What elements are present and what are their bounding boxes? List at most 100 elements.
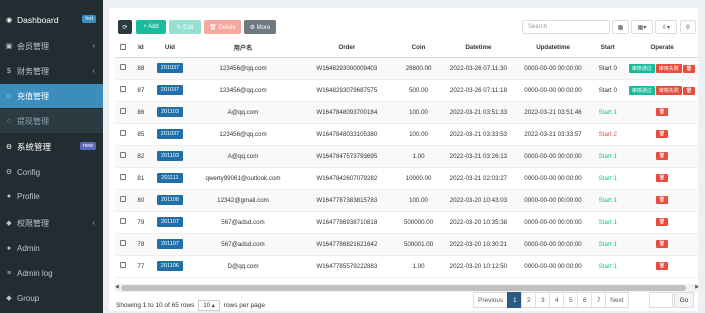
page-button[interactable]: 7 (591, 292, 607, 308)
row-checkbox-cell[interactable] (115, 233, 131, 256)
row-checkbox[interactable] (119, 240, 126, 246)
sidebar-item-withdraw-management[interactable]: ○ 提现管理 (0, 109, 103, 133)
row-checkbox[interactable] (119, 86, 126, 92)
column-header[interactable]: Coin (396, 39, 442, 58)
delete-row-button[interactable]: 🗑 (655, 218, 669, 226)
table-row[interactable]: 82 201103 A@qq.com W1647847573793695 1.00 202… (115, 145, 699, 168)
uid-badge[interactable]: 201107 (156, 239, 183, 249)
uid-badge[interactable]: 201111 (157, 173, 183, 183)
uid-badge[interactable]: 201037 (156, 63, 184, 73)
sidebar-item-member-management[interactable]: ▣ 会员管理 ‹ (0, 34, 103, 58)
row-checkbox[interactable] (119, 64, 126, 70)
page-size-select[interactable]: 10 ▴ (198, 300, 220, 311)
scrollbar-thumb[interactable] (121, 285, 686, 291)
uid-badge[interactable]: 201107 (156, 217, 183, 227)
delete-row-button[interactable]: 🗑 (655, 130, 669, 138)
delete-row-button[interactable]: 🗑 (655, 262, 669, 270)
more-button[interactable]: ⚙ More (244, 20, 276, 34)
previous-page-button[interactable]: Previous (473, 292, 509, 308)
page-button[interactable]: 5 (563, 292, 579, 308)
row-checkbox[interactable] (119, 262, 126, 268)
page-button[interactable]: 2 (521, 292, 537, 308)
table-row[interactable]: 80 201108 12342@gmail.com W1647787383815783… (115, 189, 699, 212)
sidebar-item-config[interactable]: ⚙ Config (0, 160, 103, 184)
toggle-view-button[interactable]: ▦ (612, 20, 629, 34)
scroll-right-icon[interactable]: ▶ (695, 284, 699, 290)
delete-button[interactable]: 🗑 Delete (204, 20, 241, 34)
horizontal-scrollbar[interactable]: ◀ ▶ (115, 284, 699, 292)
row-checkbox-cell[interactable] (115, 79, 131, 102)
column-header[interactable]: 用户名 (188, 39, 298, 58)
checkbox-icon[interactable] (119, 43, 126, 50)
table-row[interactable]: 78 201107 567@adsd.com W1647786821621642 500… (115, 233, 699, 256)
delete-row-button[interactable]: 🗑 (655, 174, 669, 182)
edit-button[interactable]: ✎ Edit (169, 20, 201, 34)
approve-button[interactable]: 审核通过 (628, 63, 655, 73)
uid-badge[interactable]: 201037 (156, 129, 184, 139)
row-checkbox[interactable] (119, 108, 126, 114)
add-button[interactable]: + Add (136, 20, 166, 34)
uid-badge[interactable]: 201037 (156, 85, 184, 95)
row-checkbox-cell[interactable] (115, 123, 131, 146)
table-row[interactable]: 85 201037 123456@qq.com W1647848033105380 10… (115, 123, 699, 146)
reject-button[interactable]: 审核失败 (655, 85, 682, 95)
column-header[interactable]: Start (590, 39, 626, 58)
column-header[interactable]: Uid (151, 39, 189, 58)
uid-badge[interactable]: 201103 (156, 151, 183, 161)
table-row[interactable]: 81 201111 qwerty99061@outlook.com W16478426… (115, 167, 699, 190)
row-checkbox[interactable] (119, 152, 126, 158)
column-header[interactable]: Operate (625, 39, 699, 58)
delete-row-button[interactable]: 🗑 (682, 64, 696, 73)
delete-row-button[interactable]: 🗑 (655, 240, 669, 248)
table-row[interactable]: 77 201106 D@qq.com W1647785579222883 1.00 202… (115, 255, 699, 278)
sidebar-item-dashboard[interactable]: ◉ Dashboard hot (0, 8, 103, 32)
sidebar-item-admin-log[interactable]: ≡ Admin log (0, 261, 103, 285)
row-checkbox-cell[interactable] (115, 101, 131, 124)
delete-row-button[interactable]: 🗑 (655, 196, 669, 204)
row-checkbox[interactable] (119, 218, 126, 224)
search-input[interactable]: Search (522, 20, 610, 34)
sidebar-item-finance-management[interactable]: $ 财务管理 ‹ (0, 59, 103, 83)
next-page-button[interactable]: Next (605, 292, 629, 308)
column-header[interactable]: Datetime (441, 39, 516, 58)
row-checkbox-cell[interactable] (115, 189, 131, 212)
row-checkbox[interactable] (119, 174, 126, 180)
column-header[interactable]: Updatetime (515, 39, 591, 58)
reject-button[interactable]: 审核失败 (655, 63, 682, 73)
sidebar-item-admin[interactable]: ● Admin (0, 236, 103, 260)
table-row[interactable]: 87 201037 123456@qq.com W1648293079687575 50… (115, 79, 699, 102)
table-row[interactable]: 88 201037 123456@qq.com W1648293000009403 28… (115, 57, 699, 80)
row-checkbox[interactable] (119, 130, 126, 136)
table-row[interactable]: 86 201103 A@qq.com W1647848093700184 100.00 2… (115, 101, 699, 124)
scroll-left-icon[interactable]: ◀ (115, 284, 119, 290)
approve-button[interactable]: 审核通过 (628, 85, 655, 95)
common-search-button[interactable]: ⚲ (680, 20, 696, 34)
select-all-checkbox[interactable] (115, 39, 131, 58)
row-checkbox[interactable] (119, 196, 126, 202)
page-button[interactable]: 6 (577, 292, 593, 308)
table-row[interactable]: 79 201107 567@adsd.com W1647786938710818 500… (115, 211, 699, 234)
uid-badge[interactable]: 201108 (156, 195, 183, 205)
row-checkbox-cell[interactable] (115, 167, 131, 190)
sidebar-item-group[interactable]: ◆ Group (0, 286, 103, 310)
delete-row-button[interactable]: 🗑 (682, 86, 696, 95)
column-header[interactable]: Id (130, 39, 152, 58)
row-checkbox-cell[interactable] (115, 145, 131, 168)
sidebar-item-system-management[interactable]: ⚙ 系统管理 new (0, 135, 103, 159)
page-button[interactable]: 3 (535, 292, 551, 308)
goto-page-input[interactable] (649, 292, 673, 308)
column-header[interactable]: Order (297, 39, 397, 58)
refresh-button[interactable]: ⟳ (118, 20, 132, 34)
delete-row-button[interactable]: 🗑 (655, 108, 669, 116)
sidebar-item-recharge-management[interactable]: ○ 充值管理 (0, 84, 103, 108)
page-button[interactable]: 1 (507, 292, 523, 308)
export-button[interactable]: ⇩▾ (655, 20, 677, 34)
row-checkbox-cell[interactable] (115, 57, 131, 80)
uid-badge[interactable]: 201103 (156, 107, 183, 117)
row-checkbox-cell[interactable] (115, 211, 131, 234)
page-button[interactable]: 4 (549, 292, 565, 308)
sidebar-item-permission-management[interactable]: ◆ 权限管理 ‹ (0, 211, 103, 235)
row-checkbox-cell[interactable] (115, 255, 131, 278)
goto-page-button[interactable]: Go (674, 292, 694, 308)
delete-row-button[interactable]: 🗑 (655, 152, 669, 160)
